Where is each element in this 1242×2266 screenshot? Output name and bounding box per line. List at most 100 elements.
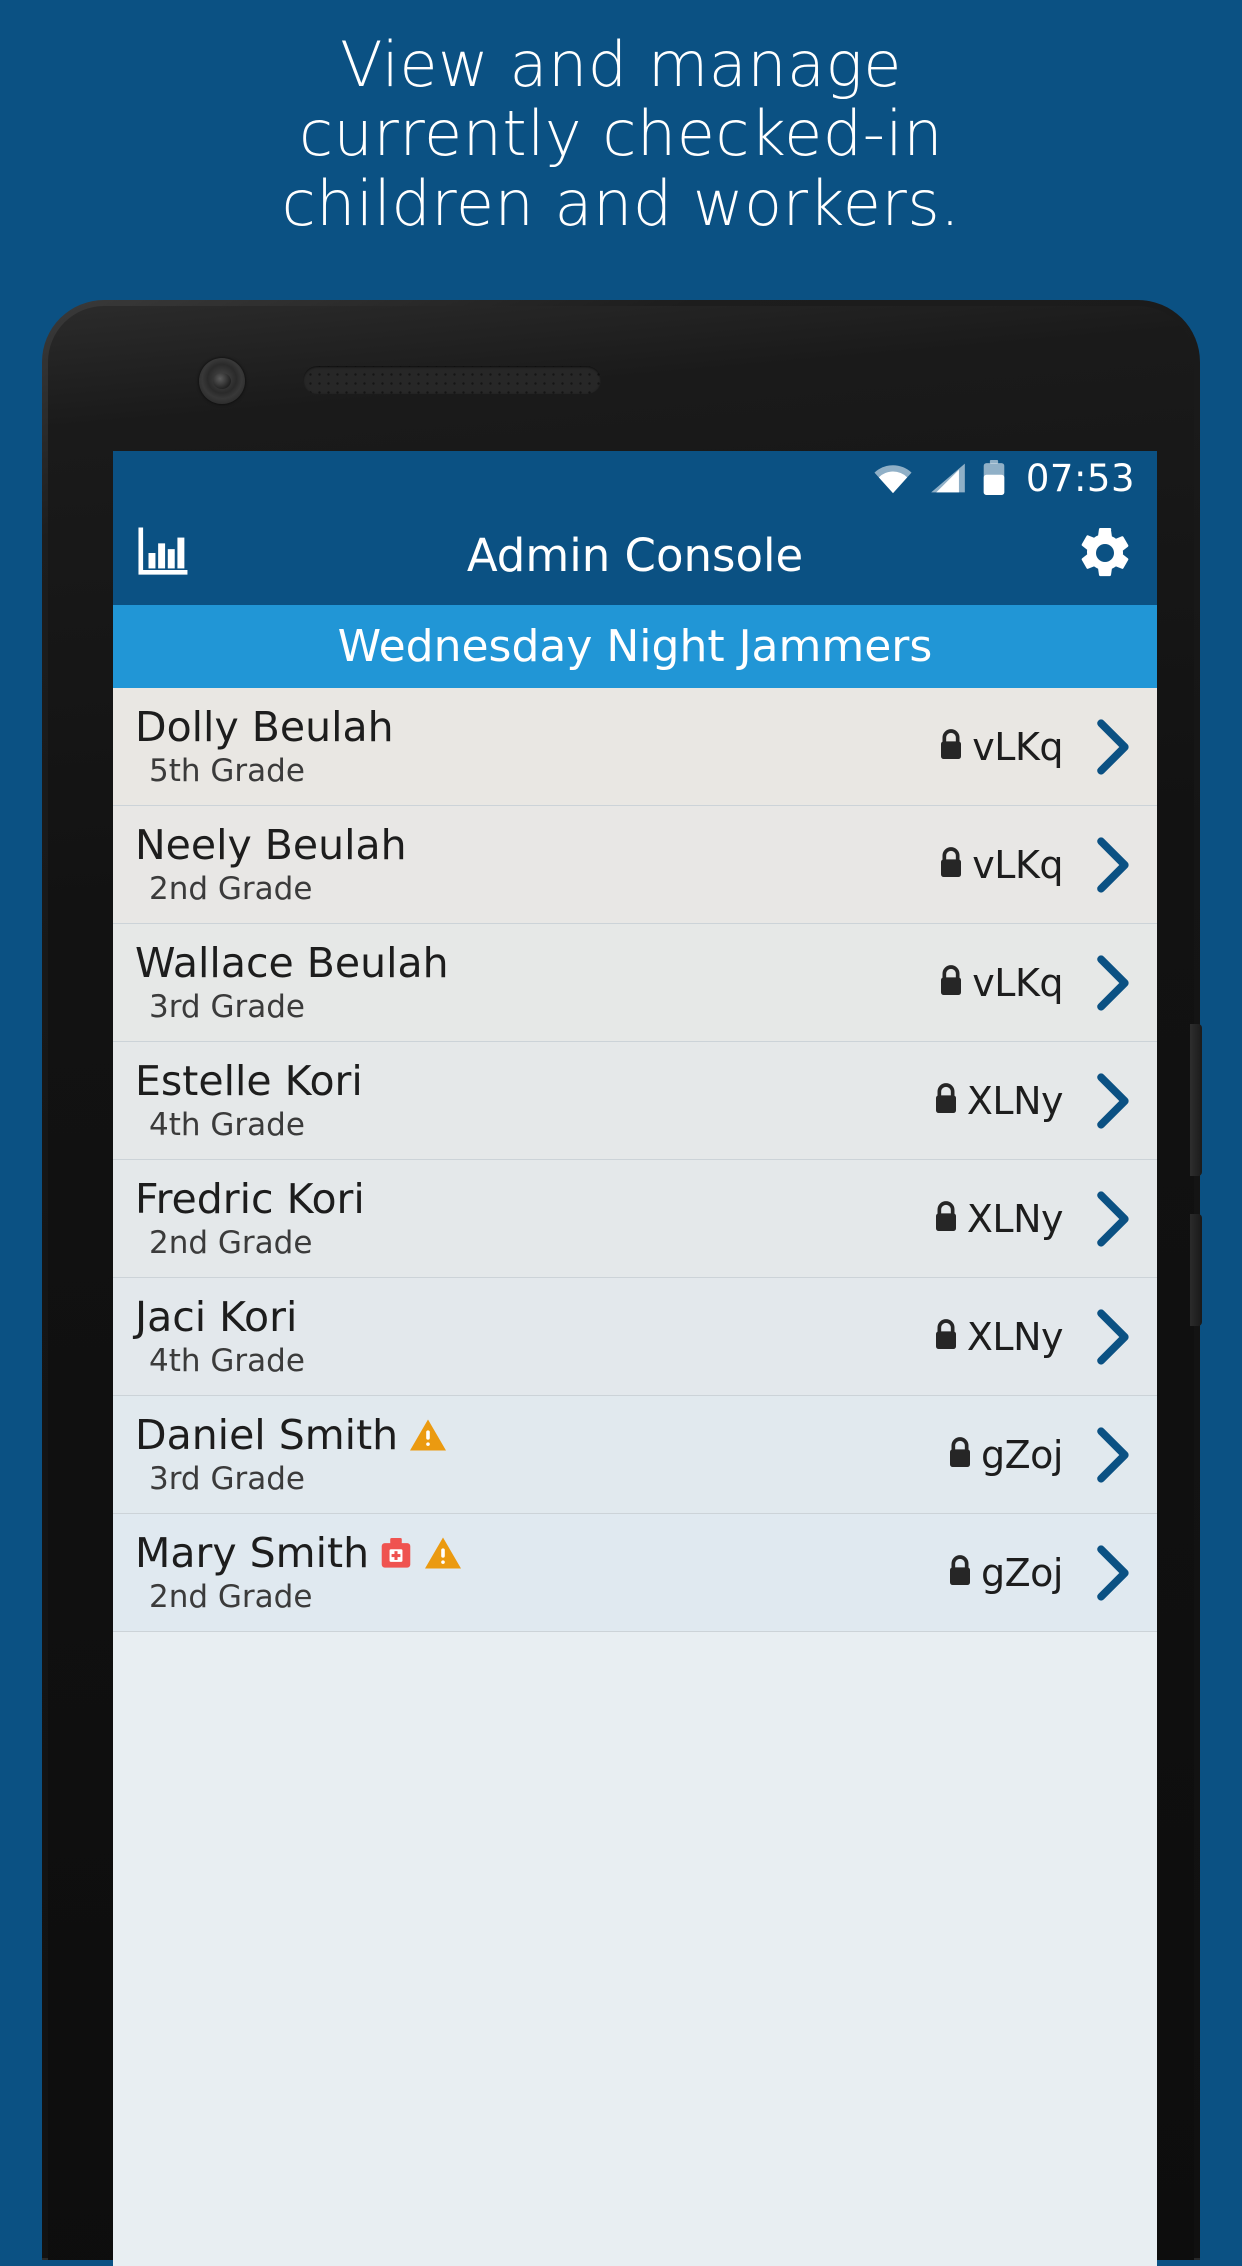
list-item-grade: 3rd Grade [149, 1460, 305, 1497]
power-button[interactable] [1190, 1024, 1202, 1176]
phone-screen: 07:53 Admin Console Wednesday Night Jamm… [113, 451, 1157, 2266]
list-item-name: Dolly Beulah [135, 702, 936, 751]
lock-icon [935, 1319, 956, 1349]
status-bar: 07:53 [113, 451, 1157, 505]
promo-line-2: currently checked-in [298, 97, 944, 171]
list-item[interactable]: Wallace Beulah 3rd Grade vLKq [113, 924, 1157, 1042]
person-name: Estelle Kori [135, 1056, 363, 1105]
lock-icon [931, 1081, 961, 1120]
list-item[interactable]: Mary Smith 2nd Grade gZoj [113, 1514, 1157, 1632]
list-item-text: Neely Beulah 2nd Grade [135, 820, 936, 907]
chevron-right-icon[interactable] [1091, 1190, 1137, 1247]
wifi-icon [872, 462, 914, 494]
list-item-meta: vLKq [936, 954, 1137, 1011]
list-item-text: Fredric Kori 2nd Grade [135, 1174, 931, 1261]
phone-bezel: 07:53 Admin Console Wednesday Night Jamm… [48, 306, 1202, 2266]
lock-icon [941, 847, 962, 877]
promo-headline: View and manage currently checked-in chi… [0, 30, 1242, 240]
lock-icon [941, 729, 962, 759]
list-item-meta: gZoj [945, 1426, 1137, 1483]
security-code: vLKq [972, 724, 1063, 769]
event-title-bar: Wednesday Night Jammers [113, 605, 1157, 688]
person-name: Mary Smith [135, 1528, 370, 1577]
list-item[interactable]: Daniel Smith 3rd Grade gZoj [113, 1396, 1157, 1514]
chevron-right-icon[interactable] [1091, 954, 1137, 1011]
lock-icon [950, 1437, 971, 1467]
security-code: vLKq [972, 960, 1063, 1005]
person-name: Fredric Kori [135, 1174, 365, 1223]
list-item-meta: XLNy [931, 1190, 1137, 1247]
gear-icon[interactable] [1075, 523, 1135, 588]
medical-kit-icon [379, 1535, 413, 1571]
list-item-name: Neely Beulah [135, 820, 936, 869]
front-camera-icon [199, 358, 245, 404]
lock-icon [950, 1555, 971, 1585]
lock-icon [935, 1083, 956, 1113]
list-item[interactable]: Fredric Kori 2nd Grade XLNy [113, 1160, 1157, 1278]
person-name: Dolly Beulah [135, 702, 394, 751]
security-code: gZoj [981, 1550, 1063, 1595]
app-bar: Admin Console [113, 505, 1157, 605]
lock-icon [931, 1199, 961, 1238]
warning-icon [423, 1535, 463, 1571]
lock-icon [935, 1201, 956, 1231]
list-item-name: Jaci Kori [135, 1292, 931, 1341]
warning-icon [408, 1417, 448, 1453]
list-item-grade: 3rd Grade [149, 988, 305, 1025]
list-item[interactable]: Estelle Kori 4th Grade XLNy [113, 1042, 1157, 1160]
phone-mockup: 07:53 Admin Console Wednesday Night Jamm… [42, 300, 1202, 2266]
battery-icon [982, 460, 1006, 496]
status-bar-clock: 07:53 [1025, 456, 1135, 500]
list-item-text: Dolly Beulah 5th Grade [135, 702, 936, 789]
lock-icon [931, 1317, 961, 1356]
chevron-right-icon[interactable] [1091, 1426, 1137, 1483]
chevron-right-icon[interactable] [1091, 1308, 1137, 1365]
person-name: Wallace Beulah [135, 938, 449, 987]
chevron-right-icon[interactable] [1091, 1544, 1137, 1601]
list-item[interactable]: Jaci Kori 4th Grade XLNy [113, 1278, 1157, 1396]
security-code: gZoj [981, 1432, 1063, 1477]
lock-icon [936, 845, 966, 884]
list-item-text: Mary Smith 2nd Grade [135, 1528, 945, 1615]
event-title: Wednesday Night Jammers [337, 621, 933, 672]
checked-in-list: Dolly Beulah 5th Grade vLKq Neely Beulah 2nd… [113, 688, 1157, 1632]
cell-signal-icon [929, 462, 967, 494]
promo-line-3: children and workers. [281, 166, 961, 240]
lock-icon [936, 963, 966, 1002]
chevron-right-icon[interactable] [1091, 718, 1137, 775]
person-name: Daniel Smith [135, 1410, 399, 1459]
chevron-right-icon[interactable] [1091, 1072, 1137, 1129]
list-item-grade: 2nd Grade [149, 870, 313, 907]
security-code: XLNy [966, 1196, 1064, 1241]
list-item-meta: vLKq [936, 718, 1137, 775]
lock-icon [945, 1553, 975, 1592]
list-item-meta: gZoj [945, 1544, 1137, 1601]
list-item-grade: 4th Grade [149, 1106, 305, 1143]
list-item-grade: 5th Grade [149, 752, 305, 789]
list-item-grade: 2nd Grade [149, 1224, 313, 1261]
list-item-grade: 2nd Grade [149, 1578, 313, 1615]
lock-icon [945, 1435, 975, 1474]
volume-button[interactable] [1190, 1214, 1202, 1326]
lock-icon [936, 727, 966, 766]
security-code: XLNy [966, 1314, 1064, 1359]
security-code: XLNy [966, 1078, 1064, 1123]
chevron-right-icon[interactable] [1091, 836, 1137, 893]
list-item-name: Daniel Smith [135, 1410, 945, 1459]
bar-chart-icon[interactable] [135, 526, 189, 585]
list-item-meta: vLKq [936, 836, 1137, 893]
lock-icon [941, 965, 962, 995]
person-name: Neely Beulah [135, 820, 407, 869]
list-item-grade: 4th Grade [149, 1342, 305, 1379]
earpiece-speaker-icon [303, 366, 601, 394]
list-item-name: Estelle Kori [135, 1056, 931, 1105]
list-item-text: Wallace Beulah 3rd Grade [135, 938, 936, 1025]
list-item-name: Fredric Kori [135, 1174, 931, 1223]
list-item-name: Mary Smith [135, 1528, 945, 1577]
list-item[interactable]: Dolly Beulah 5th Grade vLKq [113, 688, 1157, 806]
person-name: Jaci Kori [135, 1292, 298, 1341]
list-item[interactable]: Neely Beulah 2nd Grade vLKq [113, 806, 1157, 924]
list-item-meta: XLNy [931, 1308, 1137, 1365]
list-item-text: Estelle Kori 4th Grade [135, 1056, 931, 1143]
security-code: vLKq [972, 842, 1063, 887]
